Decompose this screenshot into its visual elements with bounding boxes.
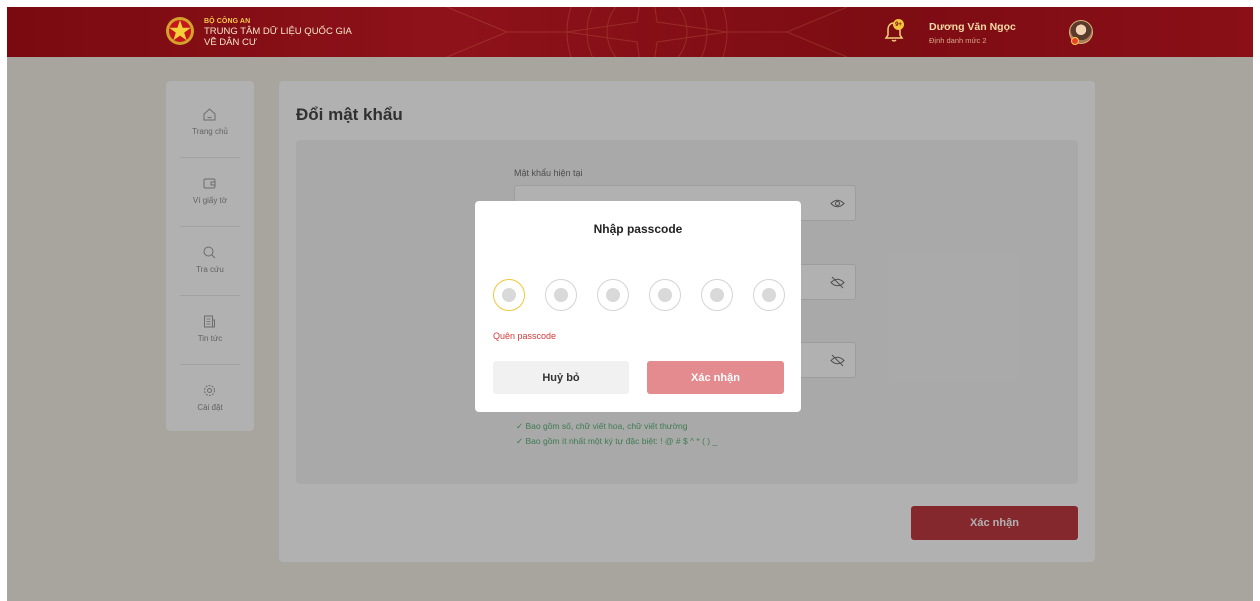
passcode-digit[interactable] xyxy=(545,279,577,311)
avatar-status-icon xyxy=(1071,37,1079,45)
cancel-button[interactable]: Huỷ bỏ xyxy=(493,361,629,394)
org-name-center-sub: VỀ DÂN CƯ xyxy=(204,37,257,48)
user-role: Định danh mức 2 xyxy=(929,36,987,45)
confirm-passcode-button[interactable]: Xác nhận xyxy=(647,361,784,394)
org-name-ministry: BỘ CÔNG AN xyxy=(204,18,251,25)
passcode-digit-dot xyxy=(606,288,620,302)
passcode-digit-dot xyxy=(762,288,776,302)
modal-title: Nhập passcode xyxy=(593,222,683,236)
passcode-modal: Nhập passcode Quên passcode Huỷ bỏ Xác n… xyxy=(475,201,801,412)
header-drum-pattern xyxy=(446,7,848,57)
forgot-passcode-link[interactable]: Quên passcode xyxy=(493,331,556,341)
user-name[interactable]: Dương Văn Ngọc xyxy=(929,21,1016,33)
top-header: BỘ CÔNG AN TRUNG TÂM DỮ LIỆU QUỐC GIA VỀ… xyxy=(7,7,1253,57)
org-name-center: TRUNG TÂM DỮ LIỆU QUỐC GIA xyxy=(204,26,352,37)
passcode-digit[interactable] xyxy=(701,279,733,311)
passcode-digit-dot xyxy=(502,288,516,302)
police-emblem-logo[interactable] xyxy=(165,15,195,47)
passcode-digit[interactable] xyxy=(649,279,681,311)
passcode-digit-dot xyxy=(710,288,724,302)
app-frame: BỘ CÔNG AN TRUNG TÂM DỮ LIỆU QUỐC GIA VỀ… xyxy=(7,7,1253,601)
passcode-digit-dot xyxy=(554,288,568,302)
passcode-digit[interactable] xyxy=(493,279,525,311)
passcode-digit[interactable] xyxy=(597,279,629,311)
passcode-digit-dot xyxy=(658,288,672,302)
notification-badge: 9+ xyxy=(893,19,904,30)
passcode-digit[interactable] xyxy=(753,279,785,311)
